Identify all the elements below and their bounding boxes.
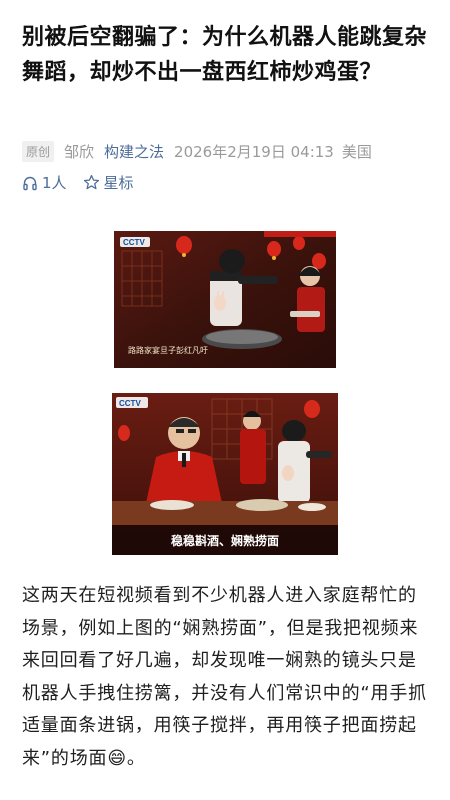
- svg-text:CCTV: CCTV: [123, 238, 145, 247]
- headphones-icon: [23, 176, 37, 190]
- star-label: 星标: [103, 174, 134, 192]
- author-name[interactable]: 邹欣: [64, 141, 94, 162]
- star-icon: [83, 174, 99, 190]
- article-meta: 原创 邹欣 构建之法 2026年2月19日 04:13 美国: [22, 141, 442, 162]
- account-name-link[interactable]: 构建之法: [104, 141, 164, 162]
- original-badge: 原创: [22, 141, 55, 162]
- publish-date: 2026年2月19日 04:13: [174, 143, 334, 161]
- article-image-robot-serving[interactable]: CCTV 稳稳斟酒、娴熟捞面: [112, 393, 338, 555]
- image1-caption: 路路家宴旦子彭红凡吁: [128, 345, 208, 355]
- location: 美国: [341, 143, 372, 161]
- article-actions: 1人 星标: [22, 172, 150, 193]
- article-body-text: 这两天在短视频看到不少机器人进入家庭帮忙的场景，例如上图的“娴熟捞面”，但是我把…: [22, 585, 427, 769]
- article-body-end: 。: [126, 747, 146, 769]
- article-title: 别被后空翻骗了：为什么机器人能跳复杂舞蹈，却炒不出一盘西红柿炒鸡蛋？: [22, 25, 428, 85]
- article-image-robot-cooking[interactable]: CCTV 路路家宴旦子彭红凡吁: [114, 231, 336, 368]
- listen-button[interactable]: 1人: [22, 172, 67, 193]
- listen-count: 1人: [42, 174, 67, 192]
- star-button[interactable]: 星标: [83, 172, 134, 193]
- grin-emoji-icon: 😄: [107, 747, 127, 769]
- article-body: 这两天在短视频看到不少机器人进入家庭帮忙的场景，例如上图的“娴熟捞面”，但是我把…: [22, 580, 434, 775]
- svg-text:CCTV: CCTV: [119, 399, 141, 408]
- image2-subtitle: 稳稳斟酒、娴熟捞面: [171, 533, 279, 548]
